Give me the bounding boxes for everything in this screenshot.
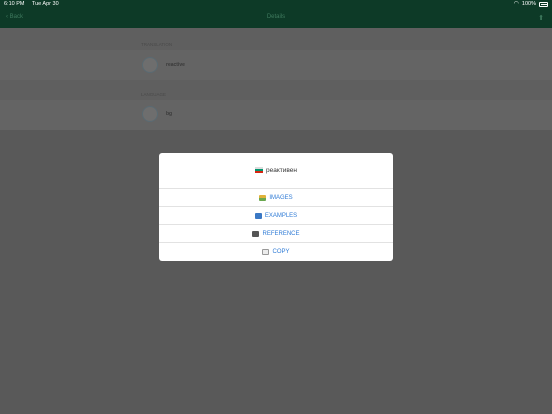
avatar xyxy=(142,57,158,73)
avatar xyxy=(142,106,158,122)
bulgaria-flag-icon xyxy=(255,167,264,173)
book-icon xyxy=(254,212,262,219)
nav-title: Details xyxy=(266,14,286,20)
reference-label: REFERENCE xyxy=(262,230,300,237)
copy-icon xyxy=(262,248,270,255)
status-date: Tue Apr 30 xyxy=(31,1,59,7)
list-item[interactable]: reactive xyxy=(0,50,552,80)
action-dialog: реактивен IMAGES EXAMPLES REFERENCE COPY xyxy=(159,153,393,261)
status-bar: 6:10 PM Tue Apr 30 ◠ 100% xyxy=(0,0,552,9)
share-icon[interactable]: ⬆ xyxy=(538,14,544,22)
nav-bar: ‹ Back Details ⬆ xyxy=(0,9,552,28)
list-item[interactable]: bg xyxy=(0,100,552,130)
copy-button[interactable]: COPY xyxy=(159,242,393,260)
images-button[interactable]: IMAGES xyxy=(159,188,393,206)
status-left: 6:10 PM Tue Apr 30 xyxy=(4,0,65,9)
wifi-icon: ◠ xyxy=(513,1,519,7)
row-label: reactive xyxy=(166,62,185,68)
status-right: ◠ 100% xyxy=(514,0,548,9)
battery-percent: 100% xyxy=(521,1,536,7)
image-icon xyxy=(259,194,267,201)
battery-icon xyxy=(539,2,548,7)
row-label: bg xyxy=(166,111,173,117)
examples-label: EXAMPLES xyxy=(264,212,298,219)
examples-button[interactable]: EXAMPLES xyxy=(159,206,393,224)
reference-book-icon xyxy=(252,230,260,237)
section-header-language: LANGUAGE xyxy=(141,92,167,97)
copy-label: COPY xyxy=(272,248,290,255)
dialog-word: реактивен xyxy=(266,166,297,174)
reference-button[interactable]: REFERENCE xyxy=(159,224,393,242)
section-header-translation: TRANSLATION xyxy=(141,42,173,47)
status-time: 6:10 PM xyxy=(4,1,25,7)
images-label: IMAGES xyxy=(269,194,293,201)
dialog-title: реактивен xyxy=(159,153,393,187)
